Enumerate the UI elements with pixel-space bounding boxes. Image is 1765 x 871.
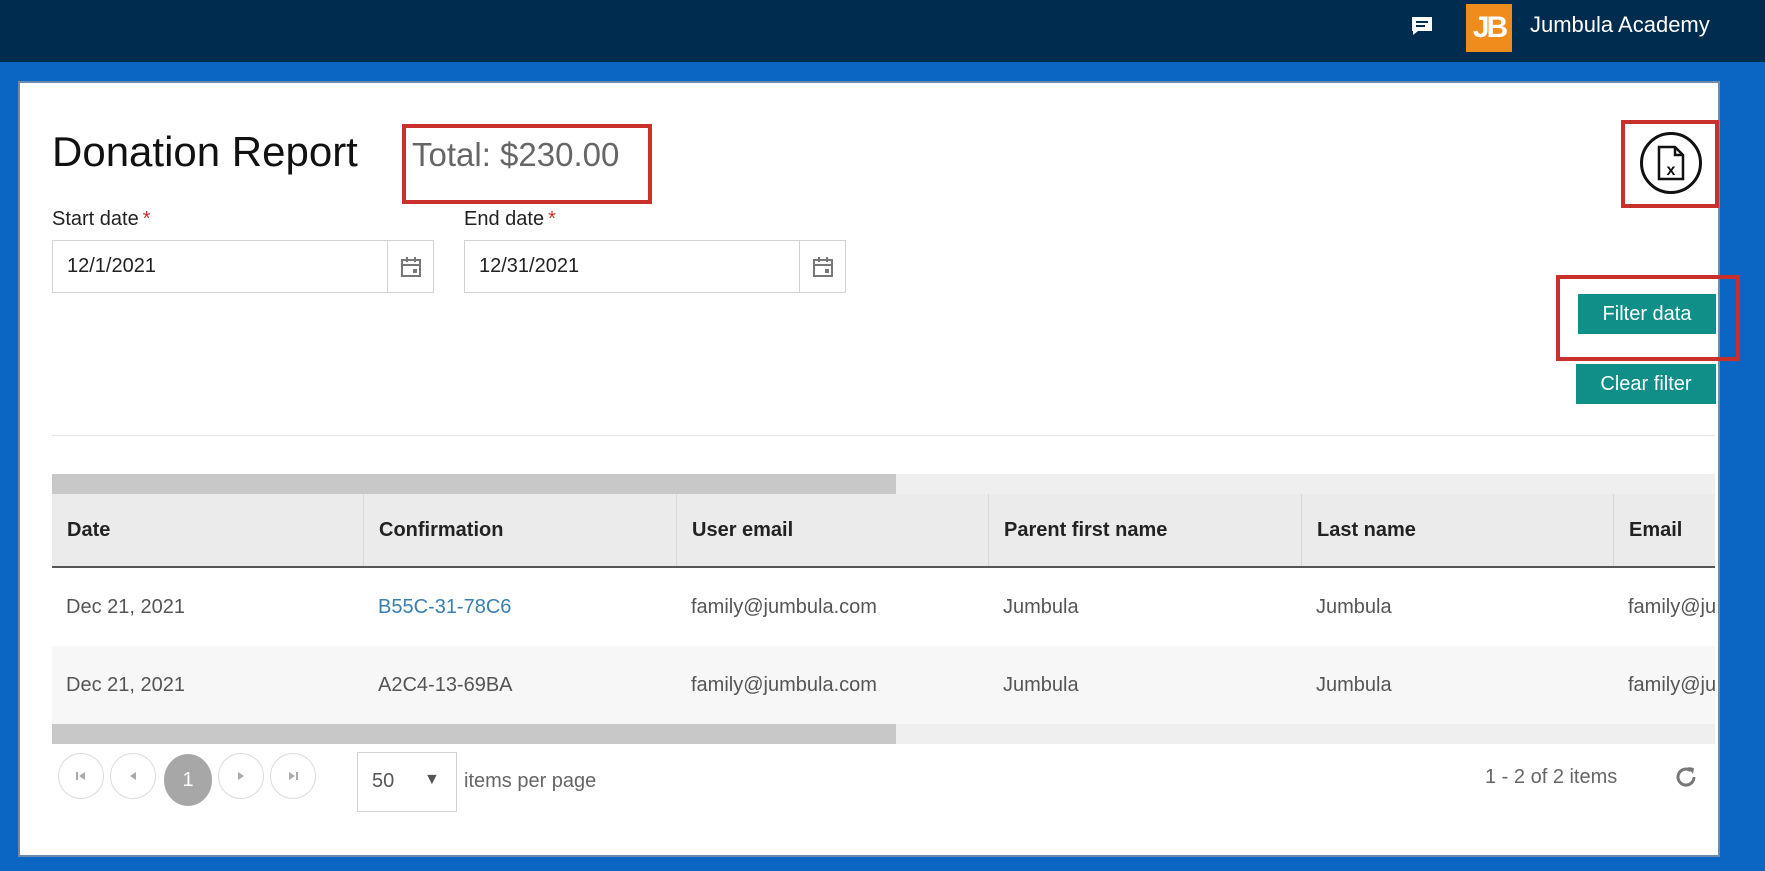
cell-confirmation: A2C4-13-69BA (378, 673, 513, 696)
cell-last-name: Jumbula (1316, 673, 1392, 696)
last-page-button[interactable] (270, 753, 316, 799)
table-row[interactable]: Dec 21, 2021 B55C-31-78C6 family@jumbula… (52, 568, 1715, 646)
horizontal-scrollbar-bottom[interactable] (52, 724, 1715, 744)
org-logo[interactable]: JB (1466, 4, 1512, 52)
last-page-icon (289, 772, 298, 780)
cell-parent-first-name: Jumbula (1003, 673, 1079, 696)
table-row[interactable]: Dec 21, 2021 A2C4-13-69BA family@jumbula… (52, 646, 1715, 724)
horizontal-scrollbar-top[interactable] (52, 474, 1715, 494)
column-header-confirmation[interactable]: Confirmation (364, 494, 677, 566)
export-highlight-box (1621, 120, 1719, 208)
cell-user-email: family@jumbula.com (691, 595, 877, 618)
org-name[interactable]: Jumbula Academy (1530, 12, 1710, 38)
start-date-field[interactable]: 12/1/2021 (52, 240, 434, 293)
start-date-value[interactable]: 12/1/2021 (67, 255, 156, 278)
end-date-value[interactable]: 12/31/2021 (479, 255, 579, 278)
filter-highlight-box (1556, 275, 1740, 361)
page-title: Donation Report (52, 128, 358, 175)
table-header: Date Confirmation User email Parent firs… (52, 494, 1715, 568)
end-date-label: End date * (464, 208, 556, 231)
cell-date: Dec 21, 2021 (66, 673, 185, 696)
chevron-down-icon[interactable]: ▼ (424, 771, 440, 789)
cell-email: family@ju (1628, 595, 1715, 618)
next-page-icon (238, 772, 244, 780)
column-header-last-name[interactable]: Last name (1302, 494, 1614, 566)
cell-user-email: family@jumbula.com (691, 673, 877, 696)
previous-page-icon (130, 772, 136, 780)
required-mark: * (548, 208, 556, 230)
column-header-parent-first-name[interactable]: Parent first name (989, 494, 1302, 566)
scrollbar-thumb[interactable] (52, 724, 896, 744)
first-page-button[interactable] (58, 753, 104, 799)
calendar-icon[interactable] (799, 241, 845, 292)
page-size-select[interactable]: 50 ▼ (357, 752, 457, 812)
chat-icon[interactable] (1410, 15, 1434, 37)
pagination-info: 1 - 2 of 2 items (1485, 766, 1618, 788)
previous-page-button[interactable] (110, 753, 156, 799)
top-bar: JB Jumbula Academy (0, 0, 1765, 62)
cell-last-name: Jumbula (1316, 595, 1392, 618)
cell-confirmation-link[interactable]: B55C-31-78C6 (364, 568, 677, 646)
scrollbar-thumb[interactable] (52, 474, 896, 494)
end-date-field[interactable]: 12/31/2021 (464, 240, 846, 293)
cell-parent-first-name: Jumbula (1003, 595, 1079, 618)
cell-email: family@ju (1628, 673, 1715, 696)
required-mark: * (142, 208, 151, 230)
clear-filter-button[interactable]: Clear filter (1576, 364, 1716, 404)
start-date-label: Start date * (52, 208, 151, 231)
column-header-user-email[interactable]: User email (677, 494, 989, 566)
divider (52, 435, 1715, 436)
cell-date: Dec 21, 2021 (66, 595, 185, 618)
current-page-button[interactable]: 1 (164, 754, 212, 806)
first-page-icon (76, 772, 85, 780)
total-highlight-box (402, 124, 652, 204)
next-page-button[interactable] (218, 753, 264, 799)
end-date-label-text: End date (464, 208, 545, 230)
refresh-icon[interactable] (1672, 763, 1700, 791)
column-header-email[interactable]: Email (1614, 494, 1715, 566)
column-header-date[interactable]: Date (52, 494, 364, 566)
calendar-icon[interactable] (387, 241, 433, 292)
start-date-label-text: Start date (52, 208, 139, 230)
items-per-page-label: items per page (464, 770, 597, 792)
page-size-value[interactable]: 50 (372, 770, 394, 793)
